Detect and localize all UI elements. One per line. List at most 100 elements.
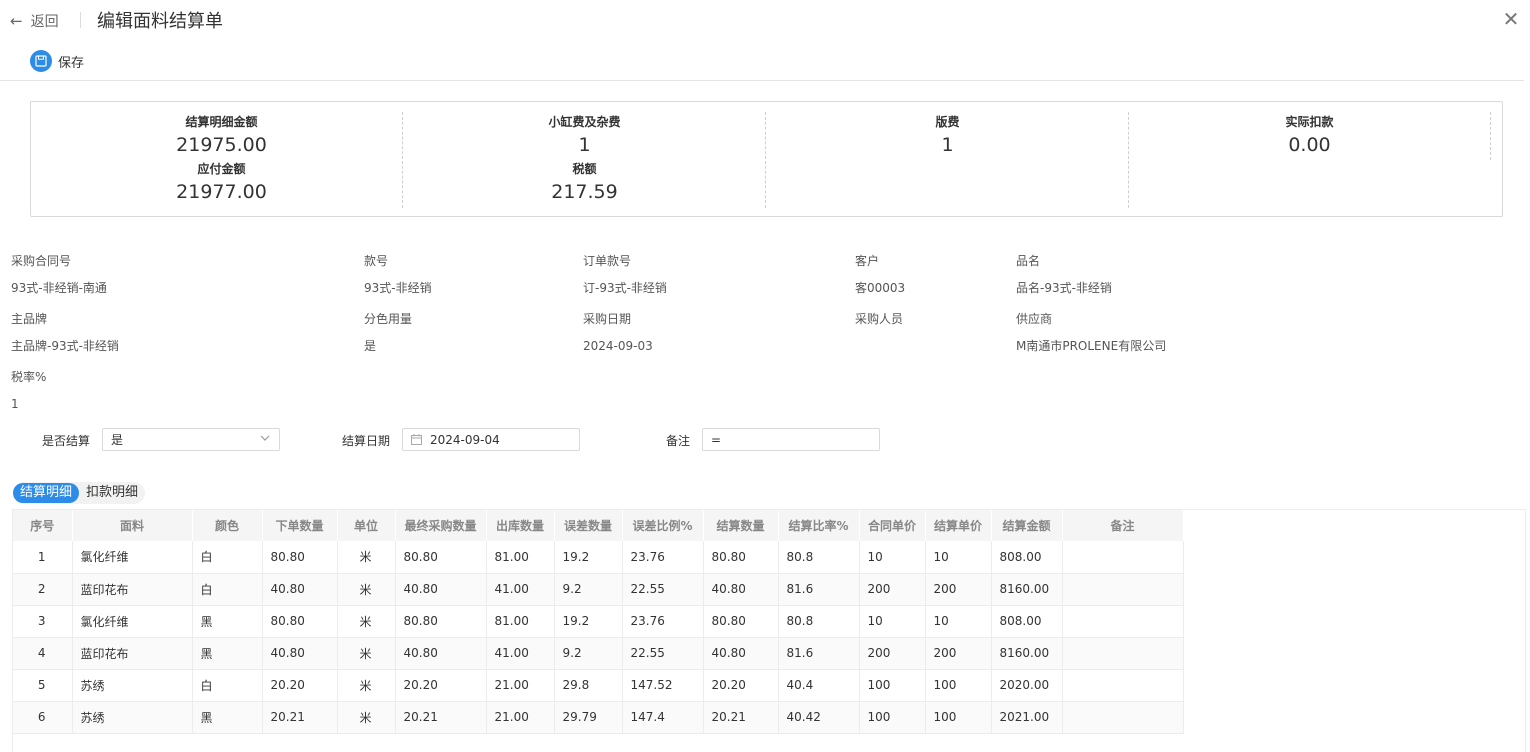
tab-deduction-detail[interactable]: 扣款明细 [79,483,145,503]
settle-date-picker[interactable]: 2024-09-04 [402,428,580,451]
table-cell: 米 [337,541,396,574]
table-row[interactable]: 3 氯化纤维黑 80.80 米 80.80 81.00 19.2 23.76 80.80 80.8… [13,605,1184,638]
table-cell: 20.20 [703,669,779,702]
style-no-field: 款号 93式-非经销 [364,252,432,297]
header-divider [80,12,81,28]
table-row[interactable]: 6 苏绣黑 20.21 米 20.21 21.00 29.79 147.4 20.21 40.42… [13,701,1184,734]
table-cell: 9.2 [554,637,623,670]
col-header[interactable]: 结算金额 [991,510,1063,541]
color-usage-value: 是 [364,339,377,353]
table-cell: 80.80 [703,605,779,638]
summary-col-1: 结算明细金额 21975.00 应付金额 21977.00 [41,112,403,208]
detail-amount-value: 21975.00 [176,134,267,156]
table-cell: 氯化纤维 [72,605,193,638]
table-cell [1062,637,1184,670]
table-cell: 23.76 [622,541,704,574]
table-cell: 29.8 [554,669,623,702]
table-cell: 40.42 [778,701,860,734]
table-cell: 40.4 [778,669,860,702]
remark-value: = [711,432,722,447]
save-icon [30,50,52,72]
settlement-table: 序号 面料 颜色 下单数量 单位 最终采购数量 出库数量 误差数量 误差比例% … [12,509,1526,752]
table-cell: 100 [859,669,926,702]
table-cell [1062,669,1184,702]
table-cell: 4 [13,637,73,670]
order-style-no-field: 订单款号 订-93式-非经销 [583,252,667,297]
table-cell: 10 [859,541,926,574]
col-header[interactable]: 出库数量 [486,510,555,541]
table-row[interactable]: 5 苏绣白 20.20 米 20.20 21.00 29.8 147.52 20.20 40.4 1… [13,669,1184,702]
col-header[interactable]: 误差数量 [554,510,623,541]
table-row[interactable]: 2 蓝印花布白 40.80 米 40.80 41.00 9.2 22.55 40.80 81.6 2… [13,573,1184,606]
col-header[interactable]: 颜色 [192,510,263,541]
brand-field: 主品牌 主品牌-93式-非经销 [11,310,119,355]
col-header[interactable]: 最终采购数量 [395,510,487,541]
settlement-grid: 序号 面料 颜色 下单数量 单位 最终采购数量 出库数量 误差数量 误差比例% … [13,510,1184,734]
table-cell: 米 [337,605,396,638]
close-icon[interactable]: ✕ [1502,9,1520,29]
table-cell: 40.80 [262,573,338,606]
table-cell: 22.55 [622,637,704,670]
table-cell: 80.80 [395,541,487,574]
table-cell: 100 [925,701,992,734]
product-name-value: 品名-93式-非经销 [1016,281,1112,295]
table-cell: 苏绣 [72,701,193,734]
table-cell: 40.80 [703,573,779,606]
contract-no-field: 采购合同号 93式-非经销-南通 [11,252,107,297]
supplier-value: M南通市PROLENE有限公司 [1016,339,1167,353]
table-row[interactable]: 4 蓝印花布黑 40.80 米 40.80 41.00 9.2 22.55 40.80 81.6 2… [13,637,1184,670]
back-button[interactable]: ← 返回 [10,10,59,32]
col-header[interactable]: 单位 [337,510,396,541]
detail-amount-label: 结算明细金额 [185,115,258,129]
table-cell: 200 [925,573,992,606]
table-row[interactable]: 1 氯化纤维白 80.80 米 80.80 81.00 19.2 23.76 80.80 80.8… [13,541,1184,574]
save-button[interactable]: 保存 [30,50,84,72]
table-cell: 米 [337,637,396,670]
table-cell: 81.6 [778,573,860,606]
table-cell: 6 [13,701,73,734]
col-header[interactable]: 合同单价 [859,510,926,541]
table-cell: 3 [13,605,73,638]
table-cell: 8160.00 [991,637,1063,670]
table-cell: 19.2 [554,605,623,638]
actual-deduction-value: 0.00 [1288,134,1331,156]
purchase-date-value: 2024-09-03 [583,339,653,353]
order-style-no-label: 订单款号 [583,254,632,268]
save-label: 保存 [58,55,85,71]
table-cell: 蓝印花布 [72,637,193,670]
col-header[interactable]: 下单数量 [262,510,338,541]
col-header[interactable]: 结算比率% [778,510,860,541]
settle-date-label: 结算日期 [342,434,391,448]
table-cell: 22.55 [622,573,704,606]
col-header[interactable]: 误差比例% [622,510,704,541]
col-header[interactable]: 结算数量 [703,510,779,541]
table-cell: 100 [925,669,992,702]
product-name-field: 品名 品名-93式-非经销 [1016,252,1112,297]
settled-select-value: 是 [111,433,124,447]
tab-settlement-detail[interactable]: 结算明细 [13,483,80,503]
col-header[interactable]: 面料 [72,510,193,541]
tax-rate-value: 1 [11,397,19,411]
table-cell: 21.00 [486,669,555,702]
table-cell: 1 [13,541,73,574]
col-header[interactable]: 备注 [1062,510,1184,541]
table-cell: 81.6 [778,637,860,670]
plate-fee-label: 版费 [935,115,960,129]
customer-value: 客00003 [855,281,906,295]
settlement-form: 是否结算 是 结算日期 2024-09-04 备注 = [0,428,1530,452]
col-header[interactable]: 结算单价 [925,510,992,541]
table-cell: 80.80 [262,605,338,638]
remark-input[interactable]: = [702,428,880,451]
table-cell: 147.52 [622,669,704,702]
plate-fee-value: 1 [941,134,954,156]
supplier-field: 供应商 M南通市PROLENE有限公司 [1016,310,1166,355]
table-cell: 41.00 [486,573,555,606]
tax-value: 217.59 [551,181,618,203]
chevron-down-icon [260,435,270,441]
table-cell: 2020.00 [991,669,1063,702]
purchase-date-field: 采购日期 2024-09-03 [583,310,653,355]
settled-select[interactable]: 是 [102,428,280,451]
col-header[interactable]: 序号 [13,510,73,541]
remark-label: 备注 [666,434,691,448]
table-cell: 81.00 [486,541,555,574]
